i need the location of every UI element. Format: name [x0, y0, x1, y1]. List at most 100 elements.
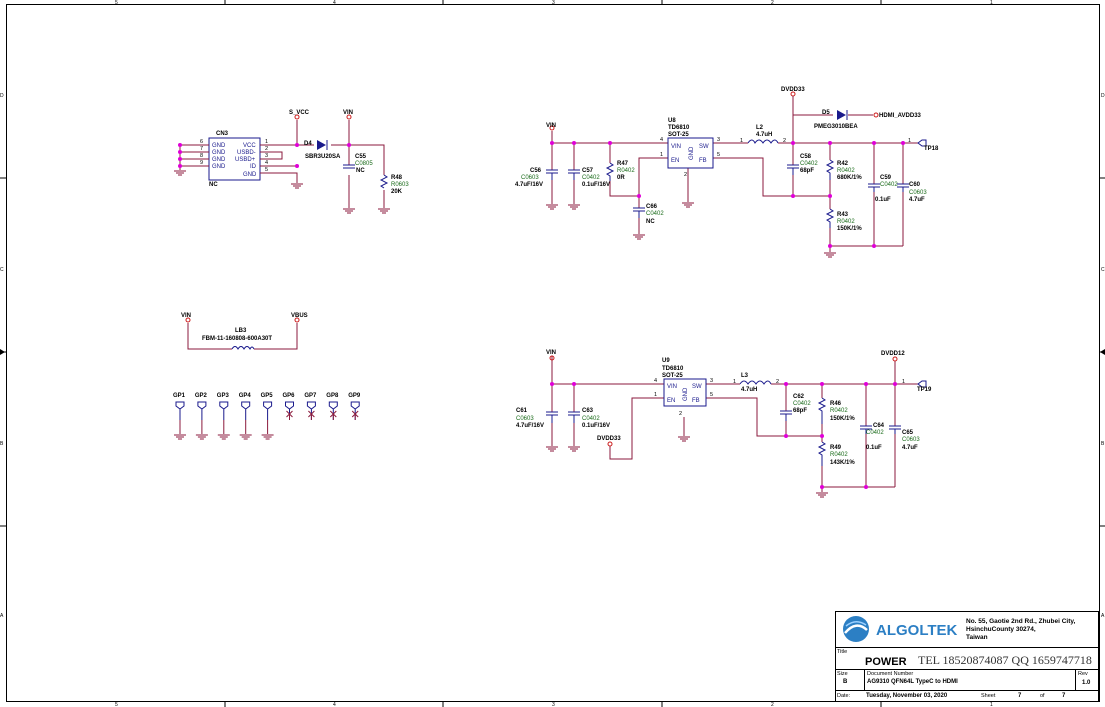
gp-label: GP4 — [239, 393, 252, 399]
col-label-top: 3 — [552, 0, 555, 6]
c61-ref: C61 — [516, 408, 528, 414]
cn3-pin-name: VCC — [243, 143, 256, 149]
c56-value: 4.7uF/16V — [515, 182, 543, 188]
c59-ref: C59 — [880, 175, 892, 181]
u9-pin-num: 4 — [654, 378, 657, 384]
title-label: Title — [837, 649, 847, 655]
ground-symbols — [174, 170, 390, 214]
tp19-label: TP19 — [917, 387, 932, 393]
docnum-value: AG9310 QFN64L TypeC to HDMI — [867, 679, 958, 685]
r46-ref: R46 — [830, 401, 842, 407]
r48-ref: R48 — [391, 175, 403, 181]
r46-value: 150K/1% — [830, 416, 855, 422]
l2-ref: L2 — [756, 125, 764, 131]
c59-package: C0402 — [880, 182, 898, 188]
c64-ref: C64 — [873, 423, 885, 429]
r43-ref: R43 — [837, 212, 849, 218]
d5-ref: D5 — [822, 110, 830, 116]
cn3-pin-num: 4 — [265, 160, 268, 166]
u9-pin-sw: SW — [692, 384, 702, 390]
c55-package: C0805 — [355, 161, 373, 167]
u9-ref: U9 — [662, 358, 670, 364]
l3-value: 4.7uH — [741, 387, 757, 393]
c57-ref: C57 — [582, 168, 594, 174]
r47-package: R0402 — [617, 168, 635, 174]
d5-diode — [837, 110, 848, 120]
c59-value: 0.1uF — [875, 197, 891, 203]
cn3-pin-name: ID — [250, 164, 257, 170]
gp-label: GP3 — [217, 393, 230, 399]
gp-testpoints: GP1 GP2 GP3 GP4 GP5 GP6 GP7 GP8 GP9 — [173, 393, 361, 440]
cn3-pin-name: GND — [243, 172, 257, 178]
r42-package: R0402 — [837, 168, 855, 174]
d4-value: SBR3U20SA — [305, 154, 341, 160]
row-label-left: D — [0, 93, 4, 99]
col-label-bottom: 3 — [552, 702, 555, 707]
gp-testpoint — [263, 401, 273, 420]
u9-pin-num: 1 — [654, 392, 657, 398]
c58-package: C0402 — [800, 161, 818, 167]
gp-label: GP1 — [173, 393, 186, 399]
r42-ref: R42 — [837, 161, 849, 167]
net-vin: VIN — [546, 123, 556, 129]
center-arrow-right — [1100, 349, 1105, 355]
net-s-vcc: S_VCC — [289, 110, 310, 116]
cn3-pin-name: GND — [212, 143, 226, 149]
u8-pin-fb: FB — [699, 158, 707, 164]
lb3-ref: LB3 — [235, 328, 247, 334]
l3-inductor — [739, 380, 772, 385]
l3-pin: 1 — [733, 379, 736, 385]
cn3-pin-name: GND — [212, 150, 226, 156]
cn3-ref: CN3 — [216, 131, 229, 137]
cn3-pin-num: 2 — [265, 146, 268, 152]
c64-package: C0402 — [866, 430, 884, 436]
net-vbus: VBUS — [291, 313, 308, 319]
u9-value: TD6810 — [662, 366, 684, 372]
c66-value: NC — [646, 219, 655, 225]
u8-pin-gnd: GND — [689, 146, 695, 160]
u8-ref: U8 — [668, 118, 676, 124]
c60-value: 4.7uF — [909, 197, 925, 203]
gp-testpoint — [175, 401, 185, 420]
cn3-pin-name: USBD- — [237, 150, 256, 156]
r48-package: R0603 — [391, 182, 409, 188]
cn3-pin-num: 6 — [200, 139, 203, 145]
date-value: Tuesday, November 03, 2020 — [866, 693, 948, 699]
c62-ref: C62 — [793, 394, 805, 400]
gp-label: GP6 — [283, 393, 296, 399]
gp-ground — [261, 420, 274, 440]
u8-pin-sw: SW — [699, 144, 709, 150]
d5-value: PMEG3010BEA — [814, 124, 858, 130]
c60-ref: C60 — [909, 182, 921, 188]
u9-grounds — [546, 436, 828, 498]
u9-pin-en: EN — [667, 398, 675, 404]
r49-ref: R49 — [830, 445, 842, 451]
l3-pin: 2 — [776, 379, 779, 385]
l3-ref: L3 — [741, 373, 749, 379]
row-label-left: C — [0, 267, 4, 273]
c62-value: 68pF — [793, 408, 807, 414]
cn3-pin-num: 5 — [265, 167, 268, 173]
gp-label: GP9 — [348, 393, 361, 399]
u8-pin-en: EN — [671, 158, 679, 164]
c58-ref: C58 — [800, 154, 812, 160]
sheet-title: POWER — [865, 656, 907, 668]
u8-pin-num: 4 — [660, 137, 663, 143]
row-label-left: B — [0, 441, 4, 447]
docnum-label: Document Number — [867, 671, 913, 677]
contact-info: TEL 18520874087 QQ 1659747718 — [918, 653, 1092, 667]
cn3-pin-num: 9 — [200, 160, 203, 166]
gp-label: GP8 — [326, 393, 339, 399]
u8-pin-num: 5 — [717, 152, 720, 158]
col-label-bottom: 4 — [333, 702, 336, 707]
gp-ground — [239, 420, 252, 440]
rev-label: Rev — [1078, 671, 1088, 677]
gp-ground — [217, 420, 230, 440]
r47-value: 0R — [617, 175, 625, 181]
address-line2: HsinchuCounty 30274, — [966, 626, 1036, 633]
r42-value: 680K/1% — [837, 175, 862, 181]
u8-ports — [549, 91, 927, 147]
gp-ground — [174, 420, 186, 440]
net-vin: VIN — [546, 350, 556, 356]
c65-package: C0603 — [902, 437, 920, 443]
